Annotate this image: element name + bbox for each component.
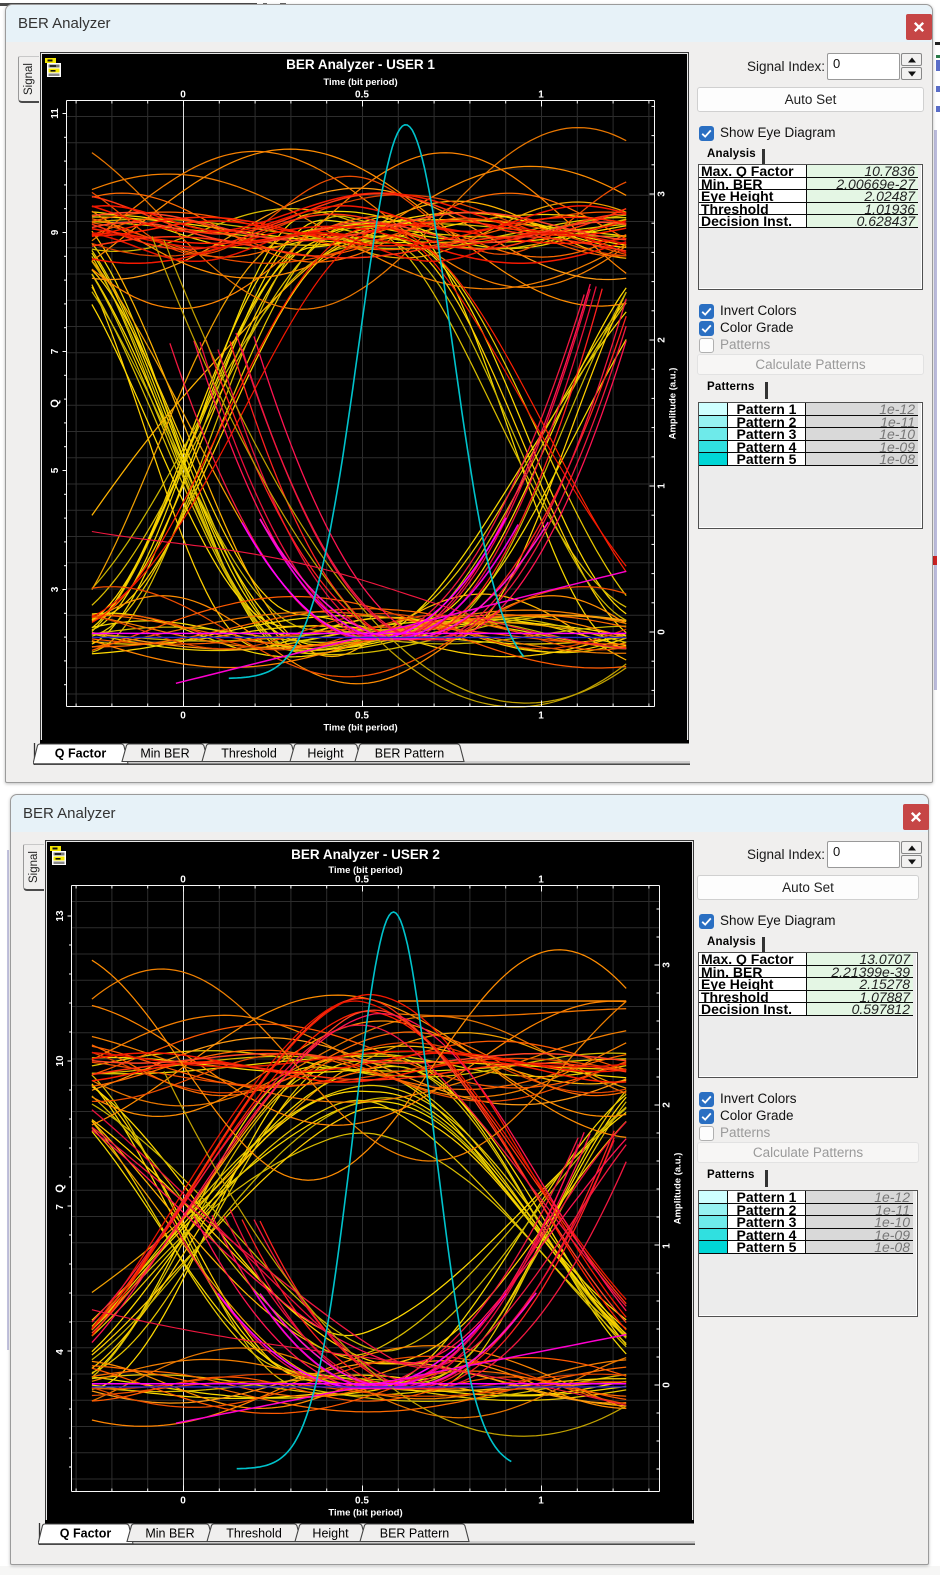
svg-text:0.5: 0.5 (355, 1496, 369, 1507)
svg-text:0.5: 0.5 (355, 875, 369, 886)
svg-text:3: 3 (657, 191, 668, 197)
svg-text:Min BER: Min BER (140, 747, 189, 761)
svg-text:2: 2 (657, 337, 668, 343)
svg-text:0: 0 (180, 90, 186, 101)
svg-text:4: 4 (55, 1349, 66, 1355)
svg-text:5: 5 (50, 467, 61, 473)
svg-text:Q Factor: Q Factor (60, 1527, 112, 1541)
svg-text:Threshold: Threshold (226, 1527, 282, 1541)
svg-text:0: 0 (657, 629, 668, 635)
svg-text:1: 1 (538, 875, 544, 886)
svg-text:9: 9 (50, 229, 61, 235)
svg-text:1: 1 (538, 1496, 544, 1507)
svg-text:BER Analyzer - USER 1: BER Analyzer - USER 1 (286, 57, 435, 72)
svg-text:Threshold: Threshold (221, 747, 277, 761)
svg-text:Q: Q (54, 1184, 66, 1193)
svg-text:Q: Q (49, 399, 61, 408)
svg-text:Height: Height (307, 747, 344, 761)
svg-text:11: 11 (50, 108, 61, 119)
svg-text:0.5: 0.5 (355, 711, 369, 722)
svg-text:13: 13 (55, 910, 66, 922)
svg-text:0: 0 (180, 875, 186, 886)
svg-text:Amplitude (a.u.): Amplitude (a.u.) (673, 1153, 684, 1225)
svg-text:0.5: 0.5 (355, 90, 369, 101)
svg-text:Q Factor: Q Factor (55, 747, 107, 761)
svg-text:1: 1 (538, 711, 544, 722)
svg-text:7: 7 (50, 348, 61, 354)
svg-text:7: 7 (55, 1204, 66, 1210)
svg-text:BER Pattern: BER Pattern (375, 747, 445, 761)
svg-text:Time (bit period): Time (bit period) (328, 1508, 402, 1519)
svg-text:10: 10 (55, 1055, 66, 1067)
svg-text:Min BER: Min BER (145, 1527, 194, 1541)
svg-text:3: 3 (50, 586, 61, 592)
svg-text:BER Pattern: BER Pattern (380, 1527, 450, 1541)
svg-text:0: 0 (180, 711, 186, 722)
svg-text:2: 2 (662, 1102, 673, 1108)
svg-text:3: 3 (662, 962, 673, 968)
svg-text:Height: Height (312, 1527, 349, 1541)
svg-text:1: 1 (657, 483, 668, 489)
svg-text:0: 0 (662, 1382, 673, 1388)
svg-text:Time (bit period): Time (bit period) (323, 723, 397, 734)
svg-text:Amplitude (a.u.): Amplitude (a.u.) (668, 368, 679, 440)
svg-text:Time (bit period): Time (bit period) (323, 77, 397, 88)
svg-text:BER Analyzer - USER 2: BER Analyzer - USER 2 (291, 847, 440, 862)
svg-text:1: 1 (538, 90, 544, 101)
svg-text:1: 1 (662, 1243, 673, 1249)
svg-text:0: 0 (180, 1496, 186, 1507)
